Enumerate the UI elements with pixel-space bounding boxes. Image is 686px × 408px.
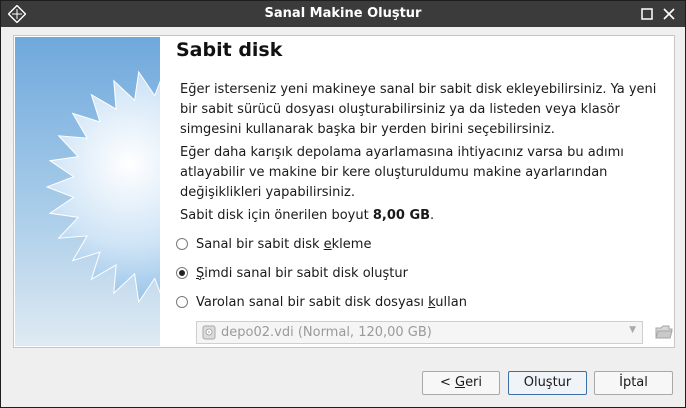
recommended-size-suffix: .	[430, 208, 435, 223]
radio-no-disk[interactable]: Sanal bir sabit disk ekleme	[176, 234, 371, 254]
radio-label: Sanal bir sabit disk ekleme	[196, 236, 372, 252]
title-bar[interactable]: Sanal Makine Oluştur	[1, 1, 685, 27]
restore-icon[interactable]	[637, 4, 657, 24]
cancel-button[interactable]: İptal	[594, 371, 673, 395]
back-button[interactable]: < Geri	[422, 371, 500, 395]
starburst-graphic	[45, 70, 160, 304]
folder-icon[interactable]	[655, 323, 673, 341]
radio-use-existing[interactable]: Varolan sanal bir sabit disk dosyası kul…	[176, 292, 467, 312]
recommended-size-text: Sabit disk için önerilen boyut 8,00 GB.	[180, 206, 664, 226]
existing-disk-select[interactable]: depo02.vdi (Normal, 120,00 GB) ▼	[196, 321, 643, 344]
existing-disk-value: depo02.vdi (Normal, 120,00 GB)	[221, 325, 432, 340]
close-icon[interactable]	[659, 4, 679, 24]
dialog-window: Sanal Makine Oluştur Sabit disk Eğer ist…	[0, 0, 686, 408]
radio-button[interactable]	[176, 296, 188, 308]
chevron-down-icon: ▼	[629, 325, 636, 335]
radio-button[interactable]	[176, 238, 188, 250]
create-button[interactable]: Oluştur	[508, 371, 587, 395]
wizard-banner-image	[15, 37, 160, 346]
wizard-panel: Sabit disk Eğer isterseniz yeni makineye…	[13, 35, 675, 348]
page-title: Sabit disk	[176, 39, 283, 61]
radio-label: Şimdi sanal bir sabit disk oluştur	[196, 265, 408, 281]
radio-label: Varolan sanal bir sabit disk dosyası kul…	[196, 294, 467, 310]
intro-paragraph: Eğer isterseniz yeni makineye sanal bir …	[180, 82, 657, 137]
recommended-size-label: Sabit disk için önerilen boyut	[180, 208, 373, 223]
recommended-size-value: 8,00 GB	[372, 208, 431, 223]
hard-disk-icon	[202, 325, 216, 340]
window-title: Sanal Makine Oluştur	[264, 6, 422, 21]
radio-create-disk[interactable]: Şimdi sanal bir sabit disk oluştur	[176, 263, 408, 283]
radio-button[interactable]	[176, 267, 188, 279]
advanced-paragraph: Eğer daha karışık depolama ayarlamasına …	[180, 145, 624, 200]
